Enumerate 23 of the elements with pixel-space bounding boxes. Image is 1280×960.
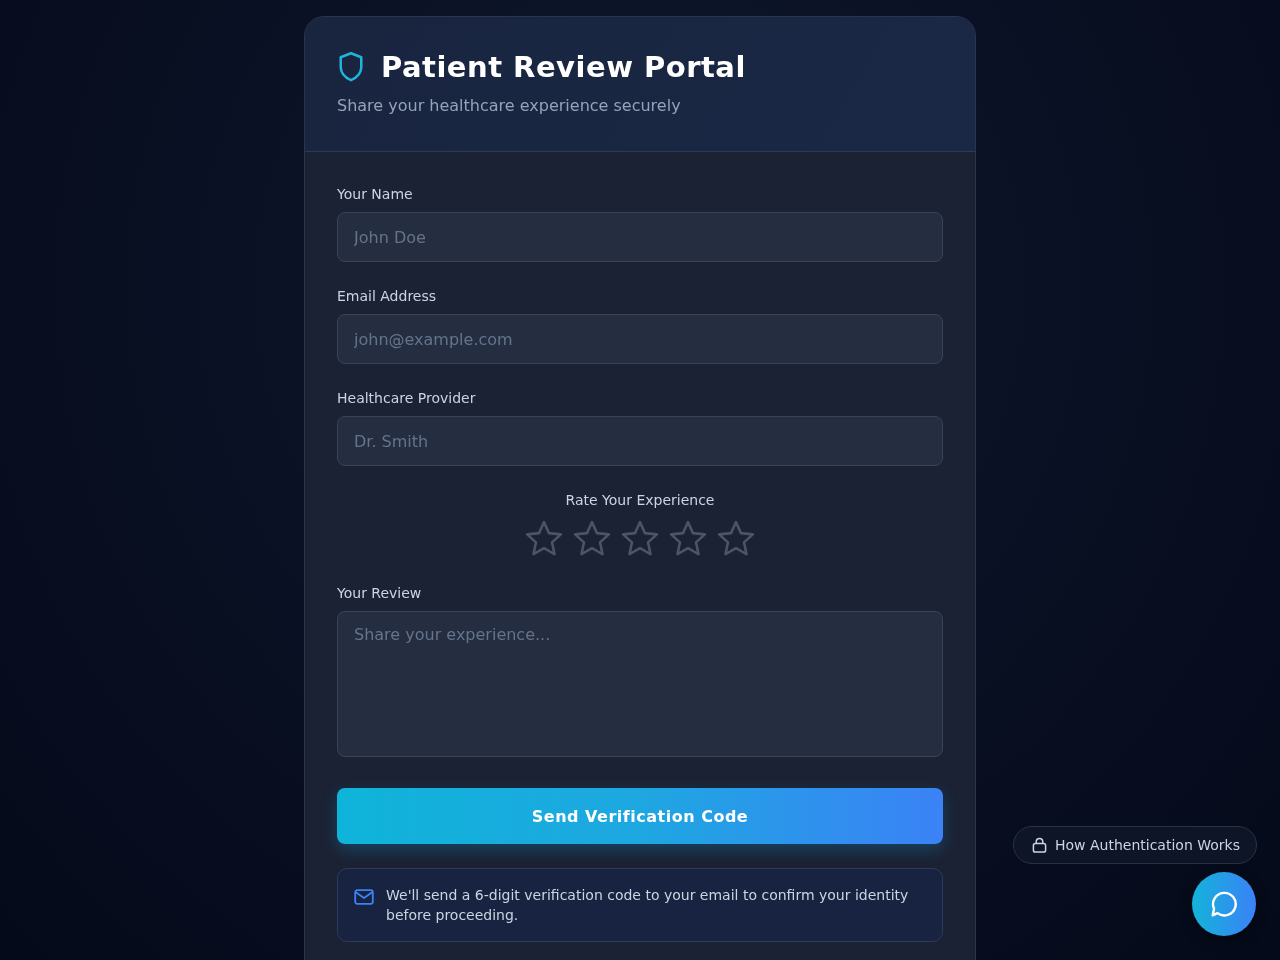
text-input-field[interactable]: Dr. Smith: [337, 416, 943, 466]
empty-star-icon[interactable]: [525, 520, 563, 557]
empty-star-icon[interactable]: [717, 520, 755, 557]
empty-star-icon[interactable]: [573, 520, 611, 557]
envelope-icon: [354, 889, 374, 905]
text-input-field[interactable]: John Doe: [337, 212, 943, 262]
field-label: Your Review: [337, 584, 422, 603]
page-subtitle: Share your healthcare experience securely: [337, 95, 682, 117]
field-label: Healthcare Provider: [337, 389, 476, 408]
shield-icon: [337, 51, 365, 83]
chat-bubble-icon: [1210, 890, 1238, 918]
rating-label: Rate Your Experience: [565, 491, 715, 510]
help-button[interactable]: How Authentication Works: [1013, 826, 1257, 864]
notice-text: We'll send a 6-digit verification code to your email to confirm your identity before proceeding.: [386, 886, 910, 925]
empty-star-icon[interactable]: [621, 520, 659, 557]
text-input-field[interactable]: john@example.com: [337, 314, 943, 364]
star-rating[interactable]: [525, 520, 755, 557]
empty-star-icon[interactable]: [669, 520, 707, 557]
page-title: Patient Review Portal: [381, 49, 746, 85]
review-text-area[interactable]: Share your experience...: [337, 611, 943, 757]
field-label: Email Address: [337, 287, 437, 306]
lock-icon: [1032, 837, 1047, 853]
field-label: Your Name: [337, 185, 413, 204]
